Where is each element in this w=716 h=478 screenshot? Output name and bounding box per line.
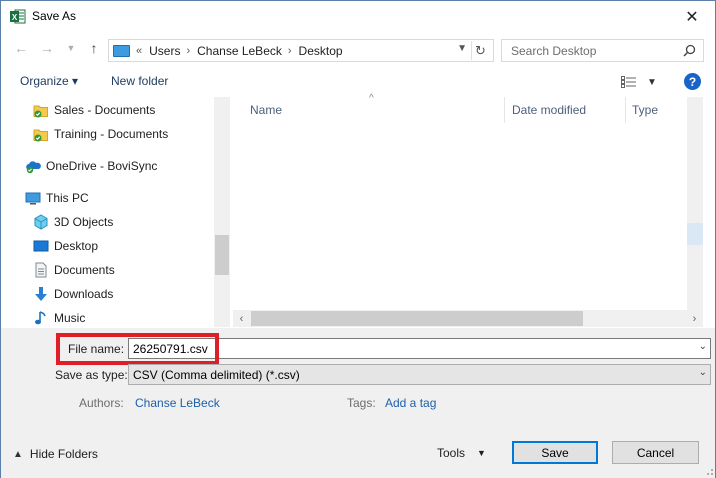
hide-folders-button[interactable]: ▲ Hide Folders [13,447,98,461]
forward-button[interactable]: → [38,39,56,57]
save-as-dialog: X Save As ✕ ← → ▼ ↑ « Users › Chanse LeB… [0,0,716,478]
tree-item-3d-objects[interactable]: 3D Objects [33,212,113,232]
horizontal-scrollbar[interactable]: ‹ › [233,310,703,327]
excel-icon: X [10,9,26,24]
sharepoint-folder-icon [33,129,48,142]
column-header-name[interactable]: Name [244,97,504,123]
address-dropdown-icon[interactable]: ▼ [457,43,467,54]
up-button[interactable]: ↑ [85,39,103,57]
save-as-type-value: CSV (Comma delimited) (*.csv) [133,368,300,382]
save-as-type-label: Save as type: [55,368,128,382]
tree-scrollbar-thumb[interactable] [215,235,229,275]
breadcrumb-user[interactable]: Chanse LeBeck [197,44,282,58]
tree-item-label: Sales - Documents [54,103,156,117]
file-list: ^ Name Date modified Type [233,93,703,327]
tree-item-this-pc[interactable]: This PC [25,188,89,208]
tree-item-training-documents[interactable]: Training - Documents [33,124,168,144]
download-icon [35,287,47,301]
close-icon: ✕ [685,8,699,26]
breadcrumb-users[interactable]: Users [149,44,180,58]
tree-item-downloads[interactable]: Downloads [33,284,113,304]
breadcrumb-overflow[interactable]: « [136,45,142,57]
tree-item-onedrive[interactable]: OneDrive - BoviSync [25,156,157,176]
horizontal-scrollbar-thumb[interactable] [251,311,583,326]
tree-item-label: OneDrive - BoviSync [46,159,158,173]
help-icon[interactable]: ? [684,73,701,90]
document-icon [35,262,47,278]
tree-scrollbar[interactable] [214,97,230,327]
music-icon [35,311,46,325]
cancel-button[interactable]: Cancel [612,441,699,464]
computer-icon [25,192,41,205]
svg-text:X: X [12,13,18,22]
search-icon [683,44,696,57]
3d-objects-icon [34,214,48,230]
authors-value[interactable]: Chanse LeBeck [135,396,220,410]
save-as-type-select[interactable]: CSV (Comma delimited) (*.csv) ⌄ [128,364,711,385]
breadcrumb-separator[interactable]: › [288,45,292,57]
tree-item-label: Music [54,311,86,325]
add-tag-link[interactable]: Add a tag [385,396,436,410]
refresh-icon[interactable]: ↻ [471,41,489,60]
arrow-up-icon: ↑ [90,40,98,56]
tree-item-label: Training - Documents [54,127,169,141]
chevron-up-icon: ▲ [13,448,23,460]
arrow-left-icon: ← [14,40,28,56]
organize-button[interactable]: Organize ▾ [20,74,78,88]
search-input[interactable]: Search Desktop [511,44,596,58]
tree-item-label: Downloads [54,287,114,301]
search-box[interactable]: Search Desktop [501,39,704,62]
navigation-bar: ← → ▼ ↑ « Users › Chanse LeBeck › Deskto… [1,34,715,64]
details-view-icon [621,76,636,88]
breadcrumb-desktop[interactable]: Desktop [299,44,343,58]
tools-label: Tools [437,446,466,460]
tree-item-label: This PC [46,191,89,205]
back-button[interactable]: ← [12,39,30,57]
chevron-down-icon: ▼ [477,448,486,458]
title-bar: X Save As ✕ [1,1,715,32]
tree-item-desktop[interactable]: Desktop [33,236,98,256]
recent-locations-button[interactable]: ▼ [62,39,80,57]
chevron-down-icon: ⌄ [698,367,707,378]
scroll-left-icon[interactable]: ‹ [233,310,250,327]
view-options[interactable]: ▼ [621,73,661,91]
column-header-type[interactable]: Type [626,97,686,123]
tree-item-documents[interactable]: Documents [33,260,115,280]
file-list-vertical-scrollbar[interactable] [687,97,703,310]
tree-item-music[interactable]: Music [33,308,85,327]
chevron-down-icon: ▼ [647,76,657,88]
computer-icon [113,44,130,57]
tree-item-label: Desktop [54,239,99,253]
tree-item-sales-documents[interactable]: Sales - Documents [33,100,155,120]
highlight-box [56,333,219,365]
tree-item-label: Documents [54,263,115,277]
column-separator[interactable] [504,97,505,123]
chevron-down-icon[interactable]: ⌄ [699,341,707,352]
tools-menu-button[interactable]: Tools ▼ [437,443,501,463]
command-bar: Organize ▾ New folder ▼ ? [1,67,715,97]
resize-grip-icon[interactable] [704,466,714,476]
hide-folders-label: Hide Folders [29,447,98,461]
new-folder-button[interactable]: New folder [111,74,168,88]
sharepoint-folder-icon [33,105,48,118]
column-header-date-modified[interactable]: Date modified [506,97,624,123]
desktop-icon [33,240,49,252]
address-bar[interactable]: « Users › Chanse LeBeck › Desktop ▼ ↻ [108,39,494,62]
navigation-pane: Sales - Documents Training - Documents O… [2,97,230,327]
breadcrumb-separator[interactable]: › [186,45,190,57]
onedrive-icon [26,161,41,174]
save-button[interactable]: Save [512,441,598,464]
arrow-right-icon: → [40,40,54,56]
authors-label: Authors: [79,396,124,410]
file-list-scrollbar-thumb[interactable] [687,223,703,245]
tree-item-label: 3D Objects [54,215,114,229]
close-button[interactable]: ✕ [669,1,715,32]
window-title: Save As [32,9,77,23]
tags-label: Tags: [347,396,376,410]
scroll-right-icon[interactable]: › [686,310,703,327]
chevron-down-icon: ▼ [66,43,76,53]
